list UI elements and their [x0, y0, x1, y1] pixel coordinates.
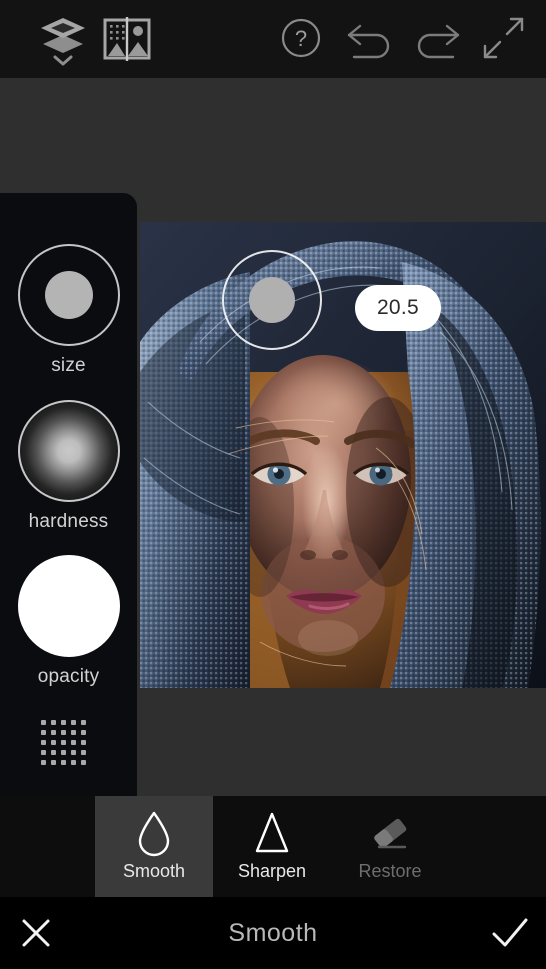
panel-drag-handle-icon[interactable] [41, 720, 87, 766]
action-bar-title: Smooth [228, 918, 318, 947]
editor-canvas[interactable]: 20.5 size hardness opacity [0, 78, 546, 796]
expand-arrows-icon [483, 17, 524, 59]
check-icon [492, 918, 528, 947]
close-icon [22, 919, 50, 947]
brush-size-label: size [51, 355, 86, 376]
eraser-icon [365, 807, 415, 859]
confirm-button[interactable] [484, 909, 536, 957]
compare-button[interactable] [100, 13, 154, 65]
undo-icon [347, 24, 390, 59]
undo-button[interactable] [343, 14, 397, 62]
layers-icon [41, 18, 85, 66]
triangle-icon [250, 807, 294, 859]
photo-image[interactable] [140, 222, 546, 688]
droplet-icon [132, 807, 176, 859]
portrait-photo [140, 222, 546, 688]
brush-hardness-control[interactable]: hardness [0, 400, 137, 533]
expand-button[interactable] [479, 14, 529, 62]
redo-button[interactable] [410, 14, 464, 62]
redo-icon [417, 24, 460, 59]
tool-sharpen-label: Sharpen [237, 861, 307, 881]
tool-sharpen[interactable]: Sharpen [213, 796, 331, 897]
opacity-dot-icon [17, 555, 120, 657]
layers-button[interactable] [33, 11, 93, 67]
brush-opacity-label: opacity [37, 666, 100, 687]
brush-size-preview-ring [222, 250, 322, 350]
brush-hardness-label: hardness [28, 511, 109, 532]
cancel-button[interactable] [10, 909, 62, 957]
brush-opacity-control[interactable]: opacity [0, 555, 137, 688]
hardness-gradient-icon [17, 400, 120, 502]
brush-size-control[interactable]: size [0, 244, 137, 377]
top-toolbar: ? [0, 0, 546, 78]
help-icon: ? [281, 18, 321, 58]
action-bar: Smooth [0, 897, 546, 969]
size-dot-icon [17, 244, 120, 346]
tool-smooth-label: Smooth [122, 861, 186, 881]
tool-strip: Smooth Sharpen Restore [0, 796, 546, 897]
tool-restore-label: Restore [358, 861, 422, 881]
help-button[interactable]: ? [277, 14, 325, 62]
svg-text:?: ? [295, 26, 307, 51]
before-after-icon [103, 17, 151, 61]
tool-restore[interactable]: Restore [331, 796, 449, 897]
tool-smooth[interactable]: Smooth [95, 796, 213, 897]
brush-value-badge: 20.5 [355, 285, 441, 331]
brush-settings-panel[interactable]: size hardness opacity [0, 193, 137, 796]
photo-editor-app: ? 20.5 size hardness opacity Smooth Shar… [0, 0, 546, 969]
